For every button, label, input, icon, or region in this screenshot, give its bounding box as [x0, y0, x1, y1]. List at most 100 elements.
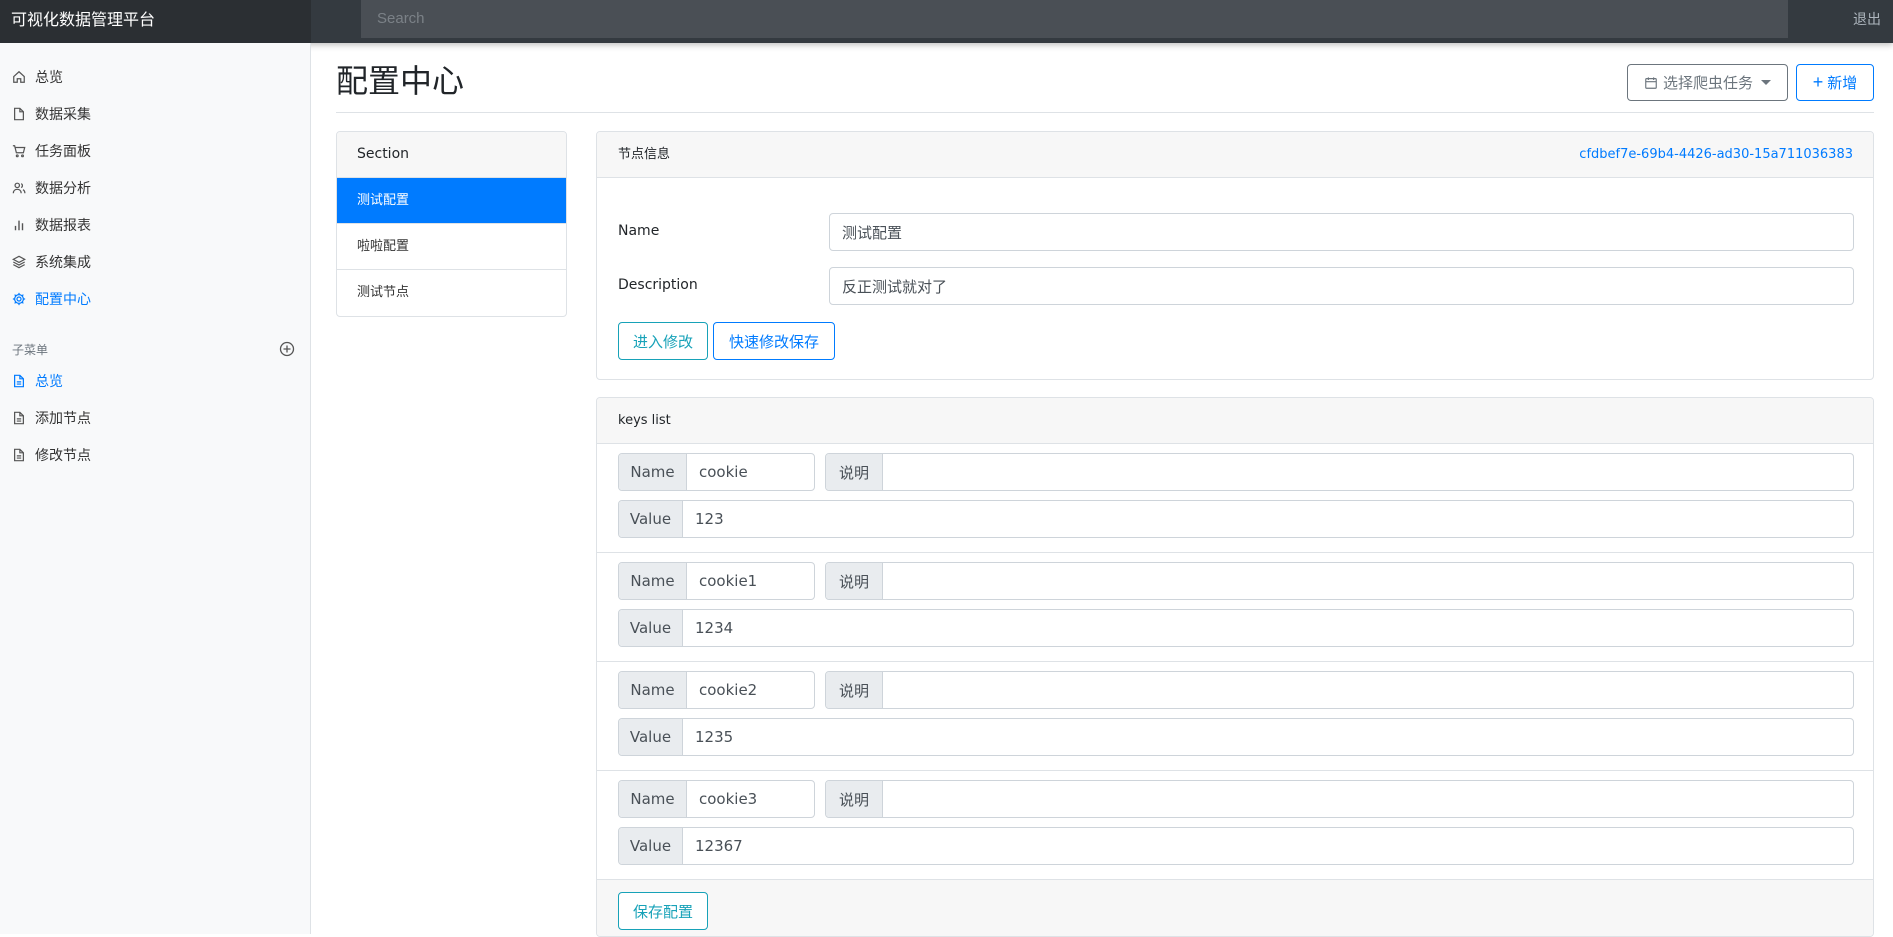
sidebar-item-label: 数据分析 — [35, 181, 91, 197]
sidebar-item-label: 数据报表 — [35, 218, 91, 234]
sidebar-item-data-collection[interactable]: 数据采集 — [12, 104, 91, 124]
keys-list-title: keys list — [618, 413, 671, 428]
sidebar-item-label: 系统集成 — [35, 255, 91, 271]
keys-list-footer: 保存配置 — [597, 880, 1873, 936]
caret-down-icon — [1761, 80, 1771, 85]
gear-icon — [12, 292, 26, 306]
keys-list-card: keys list Name cookie 说明 Value 123 Name … — [596, 397, 1874, 937]
key-name-field[interactable]: cookie — [687, 454, 814, 490]
key-name-group[interactable]: Name cookie1 — [618, 562, 815, 600]
quick-save-button[interactable]: 快速修改保存 — [713, 322, 835, 360]
name-addon: Name — [619, 563, 687, 599]
key-value-field[interactable]: 123 — [683, 501, 1853, 537]
key-value-group[interactable]: Value 12367 — [618, 827, 1854, 865]
node-info-header: 节点信息 cfdbef7e-69b4-4426-ad30-15a71103638… — [597, 132, 1873, 178]
section-item[interactable]: 测试节点 — [337, 270, 566, 316]
node-name-field[interactable] — [829, 213, 1854, 251]
page-title: 配置中心 — [336, 62, 465, 100]
key-desc-group[interactable]: 说明 — [825, 562, 1854, 600]
sidebar-item-label: 配置中心 — [35, 292, 91, 308]
sidebar-item-system-integration[interactable]: 系统集成 — [12, 252, 91, 272]
key-name-group[interactable]: Name cookie2 — [618, 671, 815, 709]
key-value-field[interactable]: 12367 — [683, 828, 1853, 864]
value-addon: Value — [619, 610, 683, 646]
key-row: Name cookie3 说明 Value 12367 — [597, 771, 1873, 880]
value-addon: Value — [619, 501, 683, 537]
sidebar-item-label: 任务面板 — [35, 144, 91, 160]
file-text-icon — [14, 374, 24, 388]
key-row: Name cookie 说明 Value 123 — [597, 444, 1873, 553]
key-desc-group[interactable]: 说明 — [825, 780, 1854, 818]
sidebar-item-overview[interactable]: 总览 — [12, 67, 63, 87]
key-name-group[interactable]: Name cookie — [618, 453, 815, 491]
layers-icon — [12, 255, 26, 269]
bar-chart-icon — [14, 220, 24, 231]
select-task-dropdown[interactable]: 选择爬虫任务 — [1627, 64, 1788, 101]
users-icon — [12, 182, 26, 194]
key-name-field[interactable]: cookie2 — [687, 672, 814, 708]
key-value-field[interactable]: 1235 — [683, 719, 1853, 755]
file-text-icon — [14, 411, 24, 425]
file-text-icon — [14, 448, 24, 462]
keys-list-header: keys list — [597, 398, 1873, 444]
key-desc-field[interactable] — [883, 672, 1853, 708]
key-value-field[interactable]: 1234 — [683, 610, 1853, 646]
key-desc-field[interactable] — [883, 454, 1853, 490]
desc-addon: 说明 — [826, 454, 883, 490]
sidebar-item-label: 数据采集 — [35, 107, 91, 123]
top-navbar: 可视化数据管理平台 退出 — [0, 0, 1893, 43]
key-desc-group[interactable]: 说明 — [825, 453, 1854, 491]
name-addon: Name — [619, 672, 687, 708]
submenu-item-add-node[interactable]: 添加节点 — [12, 408, 91, 428]
cart-icon — [12, 145, 26, 158]
key-value-group[interactable]: Value 1235 — [618, 718, 1854, 756]
node-info-card: 节点信息 cfdbef7e-69b4-4426-ad30-15a71103638… — [596, 131, 1874, 380]
section-item[interactable]: 啦啦配置 — [337, 224, 566, 270]
node-id-link[interactable]: cfdbef7e-69b4-4426-ad30-15a711036383 — [1579, 132, 1853, 178]
key-desc-group[interactable]: 说明 — [825, 671, 1854, 709]
sidebar-item-config-center[interactable]: 配置中心 — [12, 289, 91, 309]
section-list-header: Section — [337, 132, 566, 178]
save-config-button[interactable]: 保存配置 — [618, 892, 708, 930]
select-task-label: 选择爬虫任务 — [1662, 74, 1753, 92]
submenu-item-label: 总览 — [35, 374, 63, 390]
key-name-field[interactable]: cookie3 — [687, 781, 814, 817]
key-desc-field[interactable] — [883, 781, 1853, 817]
sidebar-item-label: 总览 — [35, 70, 63, 86]
app-title[interactable]: 可视化数据管理平台 — [0, 0, 311, 43]
add-new-button[interactable]: + 新增 — [1796, 64, 1874, 101]
key-value-group[interactable]: Value 1234 — [618, 609, 1854, 647]
submenu-heading: 子菜单 — [12, 343, 49, 357]
submenu-item-label: 添加节点 — [35, 411, 91, 427]
plus-icon: + — [1812, 72, 1824, 92]
key-row: Name cookie1 说明 Value 1234 — [597, 553, 1873, 662]
key-value-group[interactable]: Value 123 — [618, 500, 1854, 538]
node-info-title: 节点信息 — [618, 147, 671, 162]
key-desc-field[interactable] — [883, 563, 1853, 599]
add-new-label: 新增 — [1827, 75, 1858, 92]
sidebar-item-data-report[interactable]: 数据报表 — [12, 215, 91, 235]
sidebar: 总览 数据采集 任务面板 数据分析 数据报表 系统集成 配置中心 子菜单 总览 … — [0, 43, 311, 934]
calendar-icon — [1645, 76, 1657, 89]
sidebar-item-task-panel[interactable]: 任务面板 — [12, 141, 91, 161]
node-description-field[interactable] — [829, 267, 1854, 305]
desc-addon: 说明 — [826, 672, 883, 708]
submenu-item-overview[interactable]: 总览 — [12, 371, 63, 391]
name-label: Name — [618, 223, 660, 239]
submenu-item-label: 修改节点 — [35, 448, 91, 464]
desc-addon: 说明 — [826, 781, 883, 817]
key-name-field[interactable]: cookie1 — [687, 563, 814, 599]
logout-link[interactable]: 退出 — [1853, 0, 1881, 40]
key-name-group[interactable]: Name cookie3 — [618, 780, 815, 818]
file-icon — [14, 107, 24, 121]
submenu-item-edit-node[interactable]: 修改节点 — [12, 445, 91, 465]
desc-addon: 说明 — [826, 563, 883, 599]
enter-edit-button[interactable]: 进入修改 — [618, 322, 708, 360]
sidebar-item-data-analysis[interactable]: 数据分析 — [12, 178, 91, 198]
value-addon: Value — [619, 828, 683, 864]
section-item[interactable]: 测试配置 — [337, 178, 566, 224]
key-row: Name cookie2 说明 Value 1235 — [597, 662, 1873, 771]
add-circle-icon[interactable] — [279, 341, 295, 357]
search-input[interactable] — [361, 0, 1788, 38]
value-addon: Value — [619, 719, 683, 755]
